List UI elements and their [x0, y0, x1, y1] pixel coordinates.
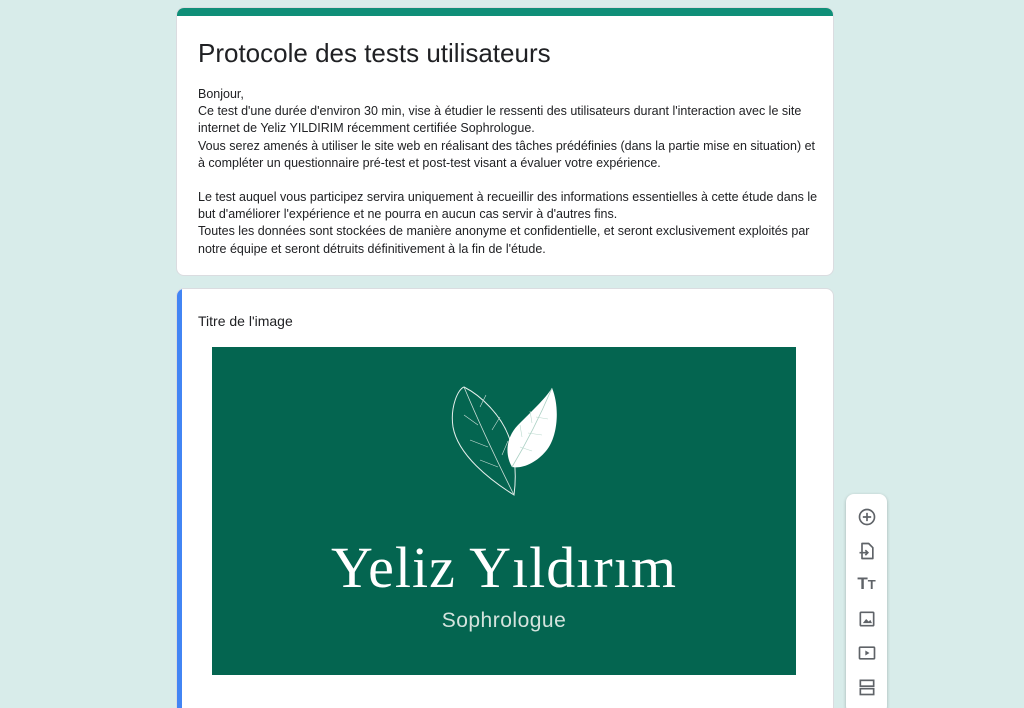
active-item-indicator [177, 289, 182, 708]
add-title-icon: TT [857, 574, 876, 593]
add-section-button[interactable] [854, 674, 879, 699]
add-image-icon [859, 611, 874, 626]
logo-subtitle-text: Sophrologue [441, 609, 567, 632]
form-description[interactable]: Bonjour, Ce test d'une durée d'environ 3… [198, 86, 818, 258]
description-line: Bonjour, [198, 87, 244, 101]
description-line: Le test auquel vous participez servira u… [198, 190, 818, 222]
description-line: Toutes les données sont stockées de mani… [198, 224, 810, 256]
add-video-icon [858, 645, 875, 660]
add-video-button[interactable] [854, 640, 879, 665]
import-questions-icon [859, 542, 874, 559]
floating-toolbar: TT [846, 494, 887, 708]
description-blank-line [198, 172, 818, 189]
form-header-card[interactable]: Protocole des tests utilisateurs Bonjour… [176, 7, 834, 276]
add-question-icon [858, 508, 875, 525]
add-question-button[interactable] [854, 504, 879, 529]
add-image-button[interactable] [854, 606, 879, 631]
image-item-card[interactable]: Titre de l'image Yeliz Yıldırım Sophrolo… [176, 288, 834, 708]
add-title-button[interactable]: TT [854, 572, 879, 597]
theme-color-bar [177, 8, 833, 16]
form-title[interactable]: Protocole des tests utilisateurs [198, 36, 551, 70]
description-line: Vous serez amenés à utiliser le site web… [198, 138, 815, 170]
form-editor-page: Protocole des tests utilisateurs Bonjour… [0, 0, 1024, 708]
leaves-logo-icon [451, 386, 557, 496]
description-line: Ce test d'une durée d'environ 30 min, vi… [198, 104, 802, 136]
add-section-icon [859, 679, 874, 695]
logo-image[interactable]: Yeliz Yıldırım Sophrologue [212, 347, 796, 675]
import-questions-button[interactable] [854, 538, 879, 563]
logo-name-text: Yeliz Yıldırım [331, 535, 677, 600]
image-title[interactable]: Titre de l'image [198, 312, 293, 330]
